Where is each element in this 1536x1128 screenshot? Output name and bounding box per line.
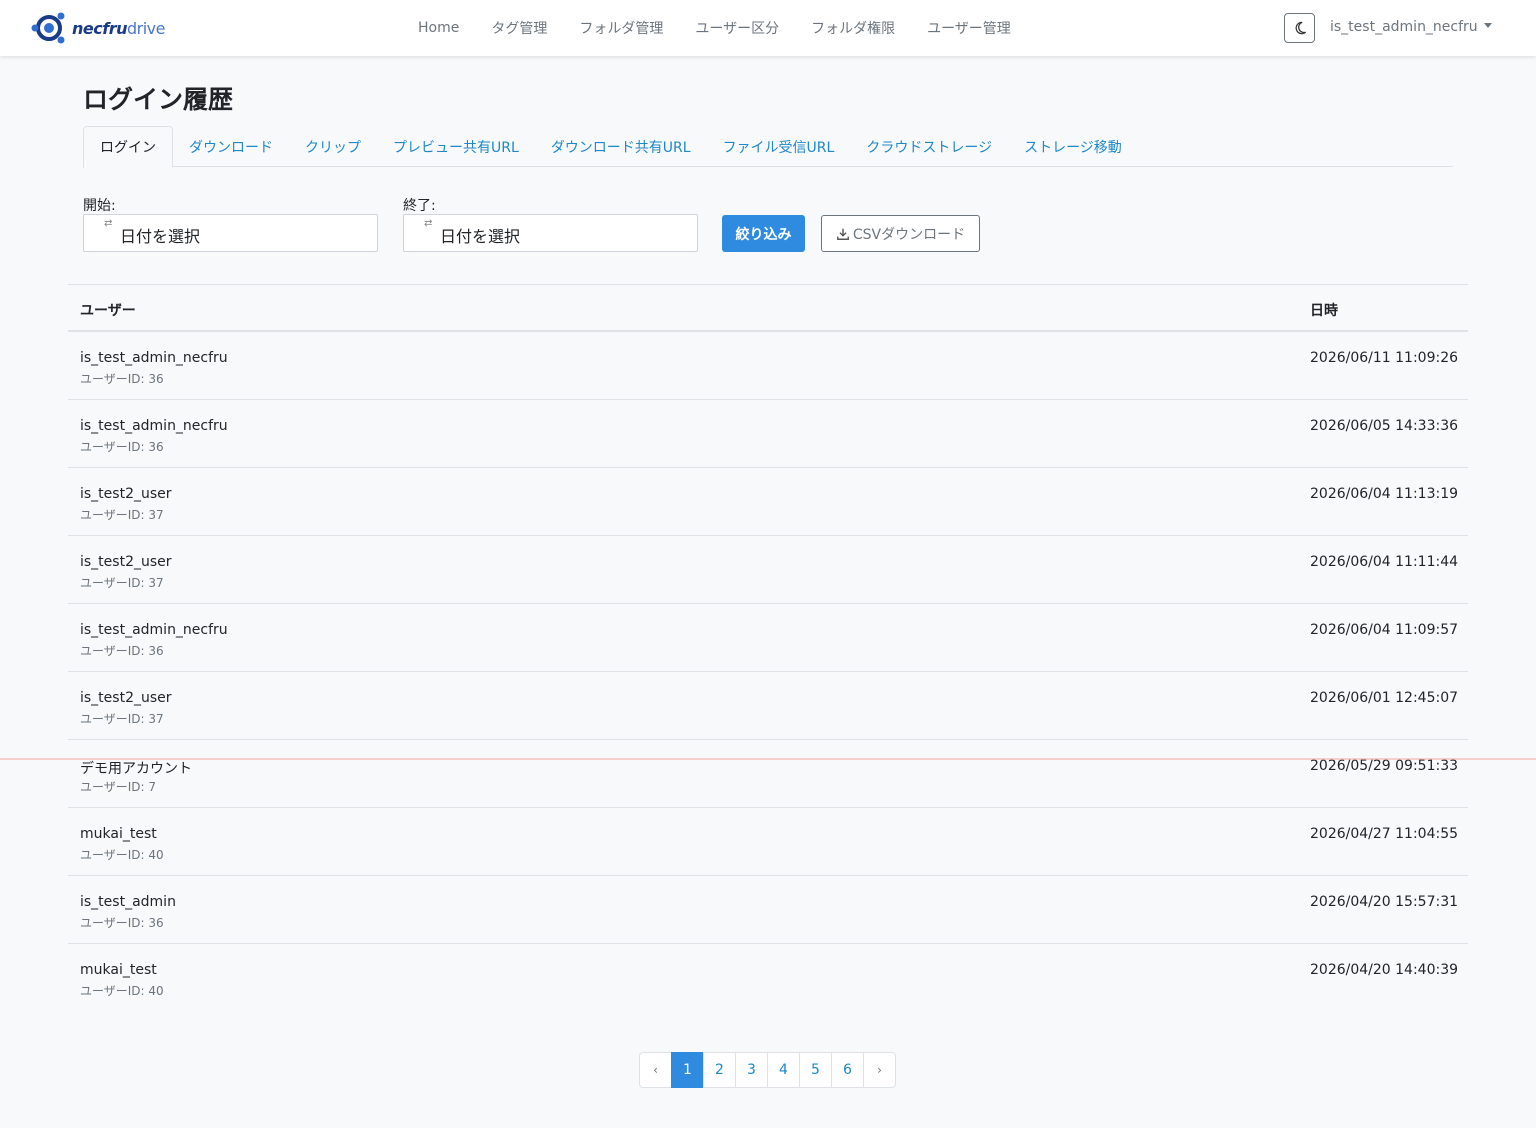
start-date-placeholder: 日付を選択	[120, 227, 201, 246]
row-datetime: 2026/04/20 14:40:39	[1310, 962, 1459, 978]
table-row: is_test_admin_necfru ユーザーID: 36 2026/06/04…	[68, 604, 1468, 672]
row-datetime: 2026/06/04 11:09:57	[1310, 622, 1459, 638]
tab-clip[interactable]: クリップ	[289, 126, 377, 167]
table-row: is_test_admin_necfru ユーザーID: 36 2026/06/05…	[68, 400, 1468, 468]
csv-download-label: CSVダウンロード	[852, 226, 966, 243]
pagination-page-5[interactable]: 5	[799, 1052, 832, 1088]
end-date-input[interactable]: ⇄ 日付を選択	[403, 214, 698, 252]
pagination-page-2[interactable]: 2	[703, 1052, 736, 1088]
row-username: is_test_admin_necfru	[80, 622, 228, 638]
pagination-page-6[interactable]: 6	[831, 1052, 864, 1088]
nav-link-user-management[interactable]: ユーザー管理	[911, 18, 1027, 38]
pagination-page-3[interactable]: 3	[735, 1052, 768, 1088]
table-row: is_test2_user ユーザーID: 37 2026/06/04 11:11:…	[68, 536, 1468, 604]
download-icon	[836, 228, 849, 240]
necfru-drive-logo[interactable]: necfrudrive	[30, 9, 165, 47]
row-datetime: 2026/06/01 12:45:07	[1310, 690, 1459, 706]
row-user-id: ユーザーID: 37	[80, 712, 164, 726]
tab-download[interactable]: ダウンロード	[173, 126, 289, 167]
tab-login[interactable]: ログイン	[83, 126, 173, 168]
row-user-id: ユーザーID: 7	[80, 780, 157, 794]
page-title: ログイン履歴	[83, 85, 234, 114]
row-user-id: ユーザーID: 36	[80, 916, 164, 930]
user-dropdown[interactable]: is_test_admin_necfru	[1330, 19, 1492, 35]
row-username: mukai_test	[80, 962, 157, 978]
table-row: デモ用アカウント ユーザーID: 7 2026/05/29 09:51:33	[68, 740, 1468, 808]
nav-link-folder-management[interactable]: フォルダ管理	[563, 18, 679, 38]
csv-download-button[interactable]: CSVダウンロード	[821, 215, 980, 252]
brand-name-bold: necfru	[72, 18, 127, 38]
nav-link-folder-permission[interactable]: フォルダ権限	[795, 18, 911, 38]
moon-icon	[1295, 21, 1306, 35]
row-username: is_test2_user	[80, 690, 172, 706]
table-row: is_test_admin ユーザーID: 36 2026/04/20 15:57:…	[68, 876, 1468, 944]
row-datetime: 2026/06/04 11:13:19	[1310, 486, 1459, 502]
table-header: ユーザー 日時	[68, 284, 1468, 332]
caret-down-icon	[1483, 23, 1492, 28]
divider-line	[0, 758, 1536, 760]
row-user-id: ユーザーID: 36	[80, 644, 164, 658]
end-date-placeholder: 日付を選択	[440, 227, 521, 246]
brand-name-light: drive	[126, 18, 166, 38]
dark-mode-toggle-button[interactable]	[1284, 13, 1315, 43]
row-username: is_test_admin	[80, 894, 176, 910]
row-username: is_test_admin_necfru	[80, 350, 228, 366]
tab-storage-move[interactable]: ストレージ移動	[1008, 126, 1138, 167]
tab-cloud-storage[interactable]: クラウドストレージ	[850, 126, 1008, 167]
row-datetime: 2026/04/27 11:04:55	[1310, 826, 1459, 842]
start-date-label: 開始:	[83, 198, 116, 214]
tab-preview-share-url[interactable]: プレビュー共有URL	[377, 126, 535, 167]
swap-arrows-icon: ⇄	[104, 218, 113, 229]
column-header-user: ユーザー	[80, 303, 136, 319]
nav-link-home[interactable]: Home	[402, 20, 475, 36]
table-body: is_test_admin_necfru ユーザーID: 36 2026/06/11…	[68, 332, 1468, 1012]
pagination-page-1[interactable]: 1	[671, 1052, 704, 1088]
top-navbar: necfrudrive Home タグ管理 フォルダ管理 ユーザー区分 フォルダ…	[0, 0, 1536, 56]
current-username: is_test_admin_necfru	[1330, 19, 1478, 35]
row-user-id: ユーザーID: 37	[80, 576, 164, 590]
row-user-id: ユーザーID: 40	[80, 848, 164, 862]
row-username: mukai_test	[80, 826, 157, 842]
table-row: mukai_test ユーザーID: 40 2026/04/20 14:40:39	[68, 944, 1468, 1012]
table-row: is_test2_user ユーザーID: 37 2026/06/04 11:13:…	[68, 468, 1468, 536]
tab-file-receive-url[interactable]: ファイル受信URL	[707, 126, 851, 167]
start-date-input[interactable]: ⇄ 日付を選択	[83, 214, 378, 252]
row-username: is_test2_user	[80, 486, 172, 502]
row-user-id: ユーザーID: 36	[80, 372, 164, 386]
pagination: ‹ 1 2 3 4 5 6 ›	[639, 1052, 896, 1088]
history-tabs: ログイン ダウンロード クリップ プレビュー共有URL ダウンロード共有URL …	[83, 126, 1453, 168]
end-date-label: 終了:	[403, 198, 436, 214]
nav-link-tag-management[interactable]: タグ管理	[475, 18, 563, 38]
table-row: is_test_admin_necfru ユーザーID: 36 2026/06/11…	[68, 332, 1468, 400]
tab-download-share-url[interactable]: ダウンロード共有URL	[535, 126, 707, 167]
row-username: is_test2_user	[80, 554, 172, 570]
row-datetime: 2026/06/05 14:33:36	[1310, 418, 1459, 434]
pagination-page-4[interactable]: 4	[767, 1052, 800, 1088]
table-row: mukai_test ユーザーID: 40 2026/04/27 11:04:55	[68, 808, 1468, 876]
table-row: is_test2_user ユーザーID: 37 2026/06/01 12:45:…	[68, 672, 1468, 740]
necfru-logo-icon	[31, 12, 65, 44]
row-datetime: 2026/06/04 11:11:44	[1310, 554, 1459, 570]
filter-button[interactable]: 絞り込み	[722, 215, 805, 252]
column-header-datetime: 日時	[1310, 303, 1338, 319]
row-user-id: ユーザーID: 37	[80, 508, 164, 522]
row-user-id: ユーザーID: 36	[80, 440, 164, 454]
login-history-table: ユーザー 日時 is_test_admin_necfru ユーザーID: 36 20…	[68, 284, 1468, 1012]
row-username: is_test_admin_necfru	[80, 418, 228, 434]
swap-arrows-icon: ⇄	[424, 218, 433, 229]
main-nav: Home タグ管理 フォルダ管理 ユーザー区分 フォルダ権限 ユーザー管理	[402, 0, 1027, 56]
row-datetime: 2026/04/20 15:57:31	[1310, 894, 1459, 910]
row-datetime: 2026/06/11 11:09:26	[1310, 350, 1459, 366]
row-user-id: ユーザーID: 40	[80, 984, 164, 998]
nav-link-user-category[interactable]: ユーザー区分	[679, 18, 795, 38]
row-username: デモ用アカウント	[80, 761, 192, 777]
pagination-next[interactable]: ›	[863, 1052, 896, 1088]
pagination-prev[interactable]: ‹	[639, 1052, 672, 1088]
row-datetime: 2026/05/29 09:51:33	[1310, 758, 1459, 774]
